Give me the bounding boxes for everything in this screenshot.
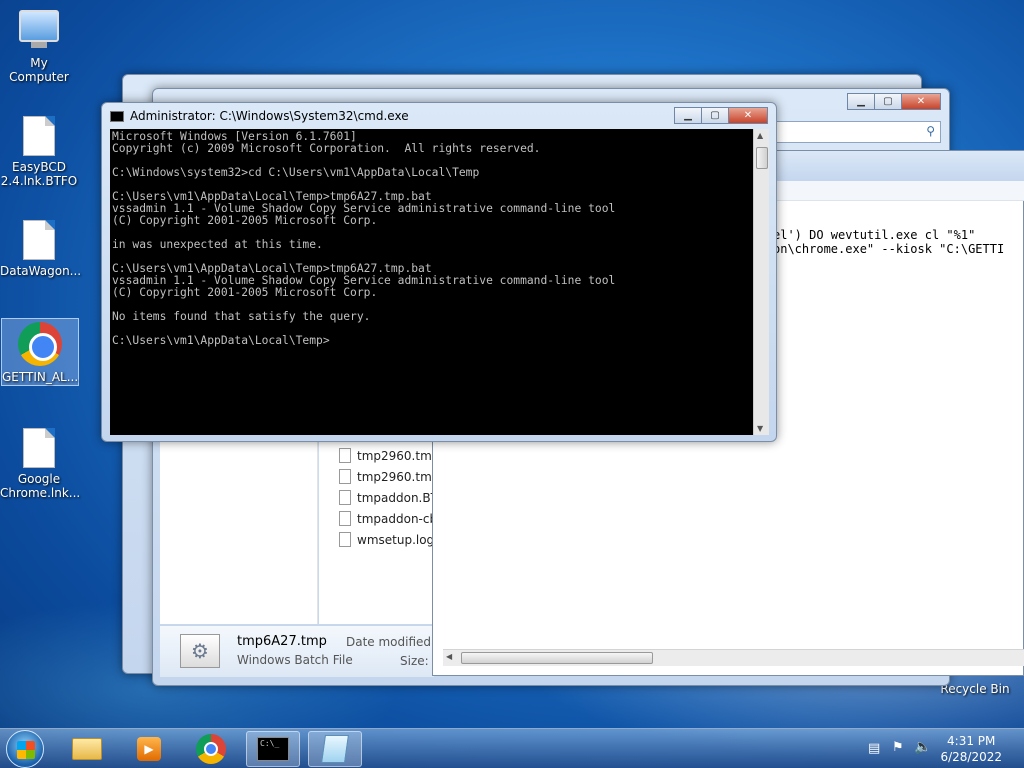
maximize-button[interactable]: ▢ (701, 107, 729, 124)
file-icon (339, 469, 351, 484)
details-file-type: Windows Batch File (237, 653, 353, 667)
folder-icon (72, 738, 102, 760)
console-line: in was unexpected at this time. (112, 238, 323, 251)
taskbar-explorer-button[interactable] (60, 731, 114, 767)
windows-logo-icon (17, 741, 35, 759)
file-icon (339, 448, 351, 463)
action-center-flag-icon[interactable]: ⚑ (892, 740, 904, 755)
desktop-icon-label: Google Chrome.lnk... (0, 472, 81, 500)
scroll-thumb[interactable] (461, 652, 653, 664)
search-icon: ⚲ (926, 124, 935, 138)
clock[interactable]: 4:31 PM 6/28/2022 (940, 733, 1002, 765)
computer-icon (19, 10, 59, 48)
file-item[interactable]: tmpaddon-cb (339, 511, 437, 526)
desktop-icon-label: DataWagon... (0, 264, 82, 278)
console-line: C:\Users\vm1\AppData\Local\Temp> (112, 334, 330, 347)
desktop-icon-label: My Computer (9, 56, 69, 84)
cmd-icon: C:\_ (257, 737, 289, 761)
volume-icon[interactable]: 🔈 (914, 739, 931, 755)
file-item[interactable]: tmp2960.tmp. (339, 469, 443, 484)
file-icon (339, 532, 351, 547)
desktop-icon-google-chrome-lnk[interactable]: Google Chrome.lnk... (0, 428, 81, 500)
scroll-thumb[interactable] (756, 147, 768, 169)
taskbar-media-player-button[interactable]: ▶ (122, 731, 176, 767)
desktop-icon-label: GETTIN_AL... (2, 370, 79, 384)
file-icon (339, 490, 351, 505)
taskbar-notepad-button[interactable] (308, 731, 362, 767)
desktop-icon-label: EasyBCD 2.4.lnk.BTFO (0, 160, 78, 188)
maximize-button[interactable]: ▢ (874, 93, 902, 110)
file-list: tmp2960.tmp tmp2960.tmp. tmpaddon.BT tmp… (319, 442, 446, 624)
minimize-button[interactable]: ▁ (847, 93, 875, 110)
scroll-up-icon[interactable]: ▲ (757, 131, 763, 140)
navigation-pane (160, 442, 318, 624)
network-icon[interactable]: ▤ (868, 741, 880, 756)
clock-date: 6/28/2022 (940, 750, 1002, 764)
desktop-icon-my-computer[interactable]: My Computer (0, 10, 78, 84)
notepad-line: on\chrome.exe" --kiosk "C:\GETTI (773, 242, 1005, 256)
chrome-icon (196, 734, 226, 764)
taskbar: ▶ C:\_ ▤ ⚑ 🔈 4:31 PM 6/28/2022 (0, 728, 1024, 768)
close-button[interactable]: ✕ (728, 107, 768, 124)
file-item[interactable]: wmsetup.log.E (339, 532, 446, 547)
details-file-name: tmp6A27.tmp (237, 634, 327, 649)
start-button[interactable] (6, 730, 44, 768)
file-item[interactable]: tmp2960.tmp (339, 448, 439, 463)
file-icon (339, 511, 351, 526)
console-line: No items found that satisfy the query. (112, 310, 371, 323)
taskbar-chrome-button[interactable] (184, 731, 238, 767)
desktop-icon-gettin-al[interactable]: GETTIN_AL... (1, 318, 79, 386)
file-icon (23, 220, 55, 260)
cmd-title: Administrator: C:\Windows\System32\cmd.e… (130, 109, 409, 123)
horizontal-scrollbar[interactable]: ◀ (443, 649, 1024, 666)
window-controls: ▁ ▢ ✕ (847, 93, 941, 110)
scroll-down-icon[interactable]: ▼ (757, 424, 763, 433)
console-output[interactable]: Microsoft Windows [Version 6.1.7601] Copy… (110, 129, 753, 435)
close-button[interactable]: ✕ (901, 93, 941, 110)
console-text: Microsoft Windows [Version 6.1.7601] Copy… (110, 129, 753, 347)
file-item[interactable]: tmpaddon.BT (339, 490, 438, 505)
file-icon (23, 428, 55, 468)
scroll-left-icon[interactable]: ◀ (446, 652, 452, 661)
chrome-icon (18, 322, 62, 366)
media-player-icon: ▶ (137, 737, 161, 761)
minimize-button[interactable]: ▁ (674, 107, 702, 124)
console-line: C:\Windows\system32>cd C:\Users\vm1\AppD… (112, 166, 480, 179)
notepad-line: el') DO wevtutil.exe cl "%1" (773, 228, 976, 242)
desktop-icon-easybcd[interactable]: EasyBCD 2.4.lnk.BTFO (0, 116, 78, 188)
details-pane: ⚙ tmp6A27.tmp Windows Batch File Date mo… (160, 625, 447, 677)
console-line: (C) Copyright 2001-2005 Microsoft Corp. (112, 214, 378, 227)
desktop-icon-datawagon[interactable]: DataWagon... (0, 220, 82, 278)
clock-time: 4:31 PM (947, 734, 996, 748)
console-line: (C) Copyright 2001-2005 Microsoft Corp. (112, 286, 378, 299)
window-controls: ▁ ▢ ✕ (674, 107, 768, 124)
vertical-scrollbar[interactable]: ▲ ▼ (753, 129, 769, 435)
cmd-window[interactable]: Administrator: C:\Windows\System32\cmd.e… (101, 102, 777, 442)
console-line: Copyright (c) 2009 Microsoft Corporation… (112, 142, 541, 155)
gear-file-icon: ⚙ (180, 634, 220, 668)
file-icon (23, 116, 55, 156)
cmd-icon (110, 110, 124, 122)
notepad-icon (321, 735, 349, 763)
search-box[interactable]: ⚲ (753, 121, 941, 143)
taskbar-cmd-button[interactable]: C:\_ (246, 731, 300, 767)
